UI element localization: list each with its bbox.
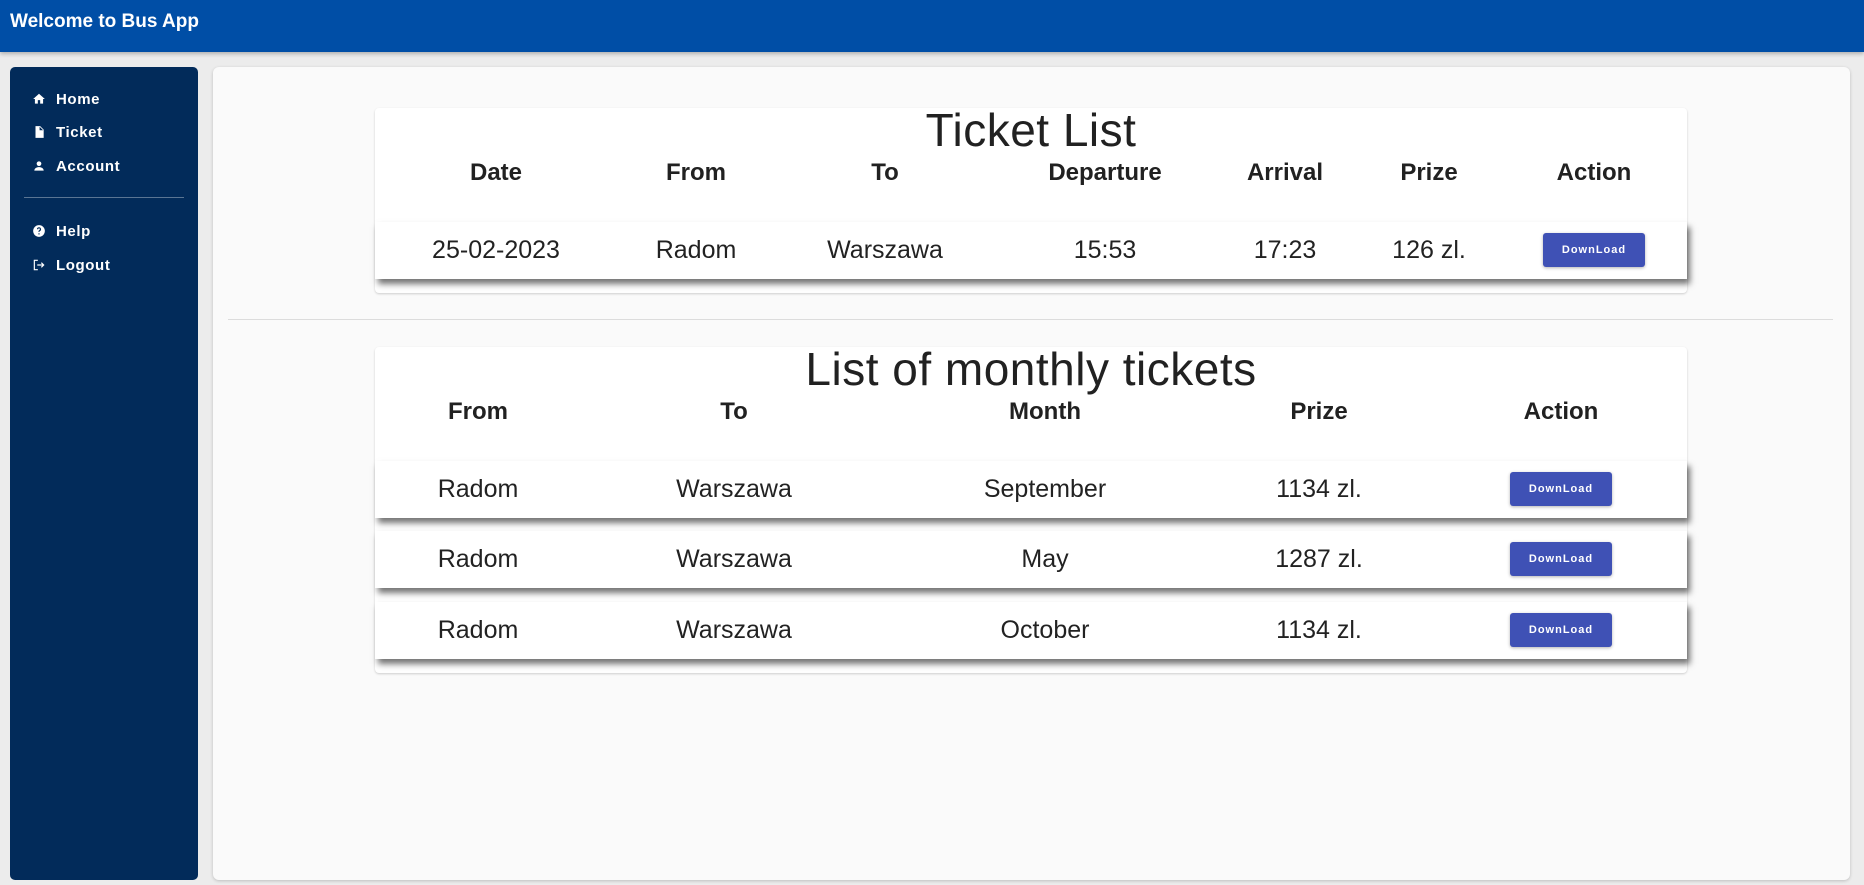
app-title: Welcome to Bus App: [10, 11, 199, 32]
home-icon: [32, 92, 46, 106]
app-header: Welcome to Bus App: [0, 0, 1864, 52]
help-icon: [32, 224, 46, 238]
download-button[interactable]: DownLoad: [1510, 542, 1612, 576]
monthly-tickets-title: List of monthly tickets: [805, 343, 1257, 395]
ticket-date: 25-02-2023: [432, 236, 560, 264]
column-header-month: Month: [1009, 398, 1081, 425]
sidebar-item-label: Home: [56, 90, 101, 108]
sidebar-item-home[interactable]: Home: [32, 86, 100, 112]
column-header-action: Action: [1556, 159, 1632, 186]
column-header-to: To: [720, 398, 748, 425]
monthly-month: September: [983, 475, 1107, 503]
monthly-month: May: [1021, 545, 1069, 573]
sidebar-divider: [24, 197, 184, 198]
sidebar-item-label: Logout: [56, 256, 111, 274]
ticket-from: Radom: [655, 236, 737, 264]
monthly-from: Radom: [437, 475, 519, 503]
sidebar-item-label: Ticket: [56, 123, 103, 141]
sidebar-item-ticket[interactable]: Ticket: [32, 119, 103, 145]
monthly-from: Radom: [437, 616, 519, 644]
monthly-tickets-card: List of monthly tickets From To Month Pr…: [375, 343, 1687, 673]
ticket-arrival: 17:23: [1253, 236, 1317, 264]
column-header-from: From: [448, 398, 508, 425]
ticket-prize: 126 zl.: [1392, 236, 1466, 264]
monthly-prize: 1134 zl.: [1276, 616, 1362, 644]
monthly-prize: 1287 zl.: [1275, 545, 1363, 573]
column-header-to: To: [871, 159, 899, 186]
logout-icon: [32, 258, 46, 272]
sidebar-item-label: Help: [56, 222, 91, 240]
monthly-to: Warszawa: [676, 616, 792, 644]
document-icon: [32, 125, 46, 139]
monthly-to: Warszawa: [676, 475, 792, 503]
column-header-arrival: Arrival: [1246, 159, 1324, 186]
sidebar: Home Ticket Account Help Logout: [10, 67, 198, 880]
download-button[interactable]: DownLoad: [1510, 472, 1612, 506]
download-button[interactable]: DownLoad: [1543, 233, 1645, 267]
section-divider: [228, 319, 1833, 320]
monthly-to: Warszawa: [676, 545, 792, 573]
sidebar-item-label: Account: [56, 157, 121, 175]
monthly-month: October: [1000, 616, 1090, 644]
column-header-date: Date: [469, 159, 523, 186]
monthly-prize: 1134 zl.: [1276, 475, 1362, 503]
ticket-to: Warszawa: [827, 236, 943, 264]
table-row: Radom Warszawa May 1287 zl. DownLoad: [375, 531, 1687, 588]
column-header-prize: Prize: [1290, 398, 1348, 425]
table-row: 25-02-2023 Radom Warszawa 15:53 17:23 12…: [375, 222, 1687, 279]
column-header-action: Action: [1523, 398, 1599, 425]
monthly-from: Radom: [437, 545, 519, 573]
column-header-departure: Departure: [1048, 159, 1162, 186]
sidebar-item-help[interactable]: Help: [32, 218, 91, 244]
table-row: Radom Warszawa September 1134 zl. DownLo…: [375, 461, 1687, 518]
ticket-list-card: Ticket List Date From To Departure Arriv…: [375, 104, 1687, 293]
ticket-list-title: Ticket List: [925, 104, 1137, 156]
download-button[interactable]: DownLoad: [1510, 613, 1612, 647]
ticket-departure: 15:53: [1073, 236, 1137, 264]
table-row: Radom Warszawa October 1134 zl. DownLoad: [375, 602, 1687, 659]
sidebar-item-logout[interactable]: Logout: [32, 252, 110, 278]
sidebar-item-account[interactable]: Account: [32, 153, 120, 179]
person-icon: [32, 159, 46, 173]
main-content: Ticket List Date From To Departure Arriv…: [213, 67, 1850, 880]
column-header-prize: Prize: [1400, 159, 1458, 186]
column-header-from: From: [666, 159, 726, 186]
